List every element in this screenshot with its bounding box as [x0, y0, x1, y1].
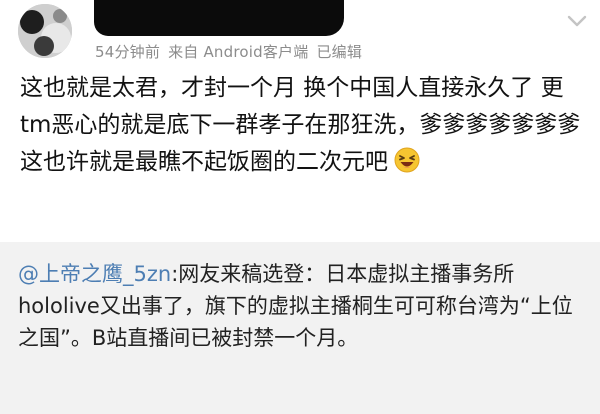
laughing-face-icon [394, 147, 420, 173]
post-source: 来自 Android客户端 [168, 43, 309, 61]
repost-card[interactable]: @上帝之鹰_5zn:网友来稿选登：日本虚拟主播事务所hololive又出事了，旗… [0, 242, 600, 414]
avatar[interactable] [18, 4, 72, 58]
post-time: 54分钟前 [95, 43, 161, 61]
mention-link[interactable]: @上帝之鹰_5zn [18, 262, 171, 286]
post-header: 54分钟前 来自 Android客户端 已编辑 [0, 0, 600, 62]
edited-label: 已编辑 [316, 43, 363, 61]
post-body: 这也就是太君，才封一个月 换个中国人直接永久了 更tm恶心的就是底下一群孝子在那… [20, 70, 588, 181]
post-text: 这也就是太君，才封一个月 换个中国人直接永久了 更tm恶心的就是底下一群孝子在那… [20, 75, 581, 175]
chevron-down-icon[interactable] [566, 14, 588, 28]
redacted-username [94, 0, 344, 36]
post-meta: 54分钟前 来自 Android客户端 已编辑 [95, 41, 370, 62]
repost-text-block: @上帝之鹰_5zn:网友来稿选登：日本虚拟主播事务所hololive又出事了，旗… [18, 258, 590, 354]
